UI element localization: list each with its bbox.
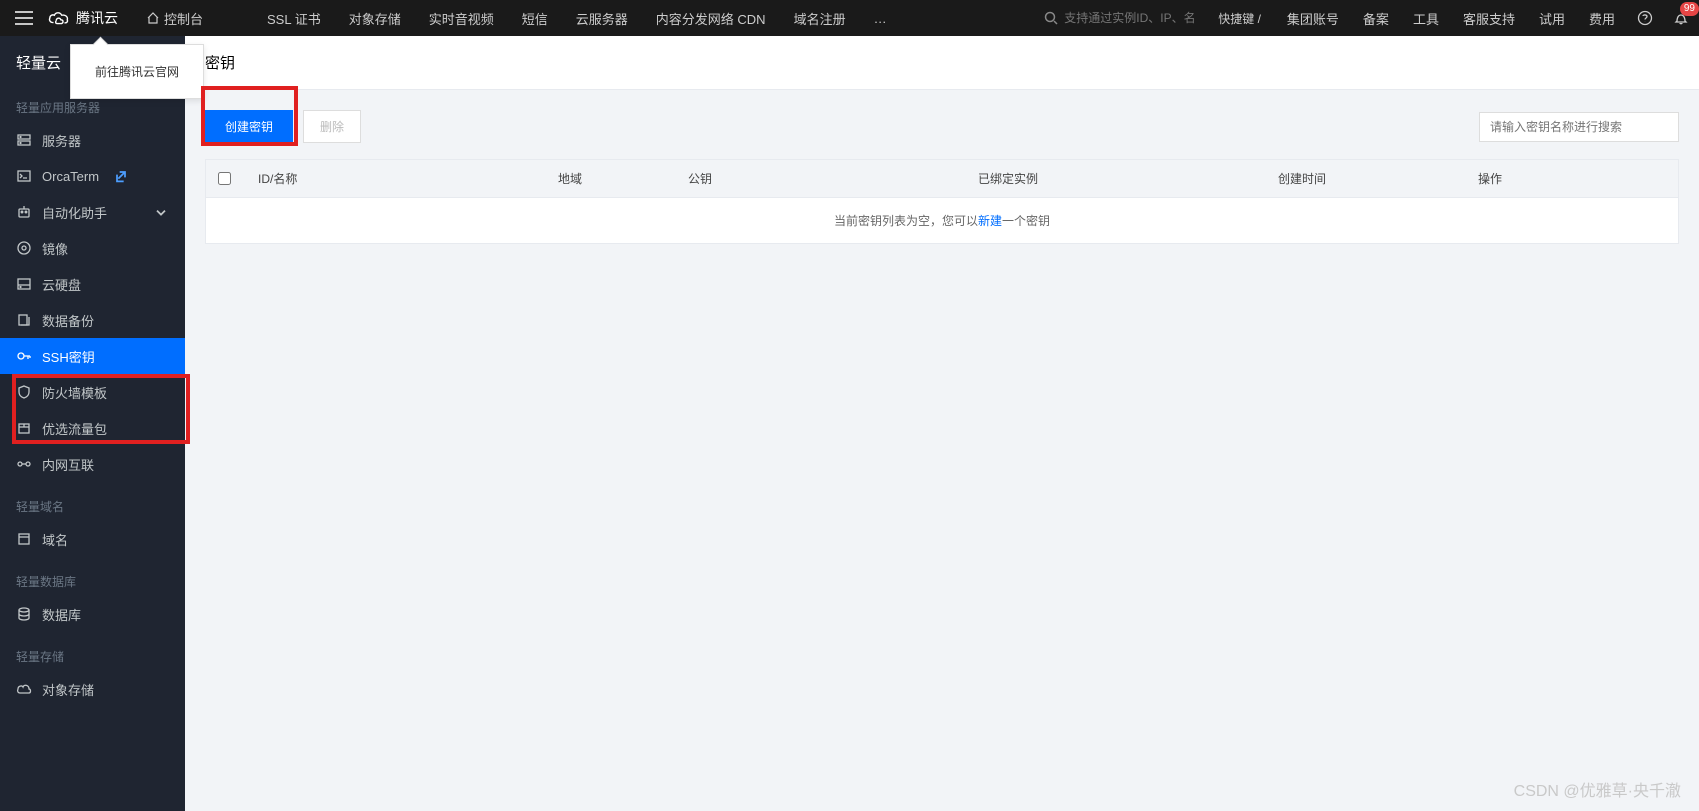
hdd-icon: [16, 276, 32, 292]
nav-cvm[interactable]: 云服务器: [562, 0, 642, 36]
sidebar-item-label: 镜像: [42, 239, 68, 258]
sidebar-item-orcaterm[interactable]: OrcaTerm: [0, 158, 185, 194]
page-title: 密钥: [185, 36, 1699, 90]
key-icon: [16, 348, 32, 364]
sidebar-item-label: 优选流量包: [42, 419, 107, 438]
brand-tooltip: 前往腾讯云官网: [70, 44, 204, 99]
sidebar-item-firewall[interactable]: 防火墙模板: [0, 374, 185, 410]
home-icon: [146, 11, 160, 25]
sidebar-item-label: 云硬盘: [42, 275, 81, 294]
search-input[interactable]: [1064, 11, 1194, 25]
sidebar-item-label: 服务器: [42, 131, 81, 150]
sidebar-section-storage: 轻量存储: [0, 632, 185, 671]
robot-icon: [16, 204, 32, 220]
nav-beian[interactable]: 备案: [1351, 0, 1401, 36]
col-region: 地域: [546, 160, 676, 197]
sidebar-item-domain[interactable]: 域名: [0, 521, 185, 557]
sidebar-item-label: 数据库: [42, 605, 81, 624]
globe-icon: [16, 531, 32, 547]
sidebar-item-label: 自动化助手: [42, 203, 107, 222]
nav-cos[interactable]: 对象存储: [335, 0, 415, 36]
network-icon: [16, 456, 32, 472]
nav-billing[interactable]: 费用: [1577, 0, 1627, 36]
key-search-input[interactable]: [1479, 112, 1679, 142]
table-header: ID/名称 地域 公钥 已绑定实例 创建时间 操作: [206, 160, 1678, 198]
nav-support[interactable]: 客服支持: [1451, 0, 1527, 36]
sidebar-item-interconnect[interactable]: 内网互联: [0, 446, 185, 482]
sidebar-item-image[interactable]: 镜像: [0, 230, 185, 266]
nav-trial[interactable]: 试用: [1527, 0, 1577, 36]
top-header: 腾讯云 控制台 SSL 证书 对象存储 实时音视频 短信 云服务器 内容分发网络…: [0, 0, 1699, 36]
nav-org[interactable]: 集团账号: [1275, 0, 1351, 36]
select-all-checkbox[interactable]: [218, 172, 231, 185]
cloud-icon: [48, 10, 70, 26]
col-time: 创建时间: [1266, 160, 1466, 197]
nav-trtc[interactable]: 实时音视频: [415, 0, 508, 36]
global-search[interactable]: [1034, 11, 1204, 25]
console-label: 控制台: [164, 9, 203, 28]
key-table: ID/名称 地域 公钥 已绑定实例 创建时间 操作 当前密钥列表为空，您可以新建…: [205, 159, 1679, 244]
nav-help[interactable]: [1627, 0, 1663, 36]
empty-create-link[interactable]: 新建: [978, 214, 1002, 228]
sidebar-item-backup[interactable]: 数据备份: [0, 302, 185, 338]
disc-icon: [16, 240, 32, 256]
brand-link[interactable]: 腾讯云: [48, 8, 132, 28]
backup-icon: [16, 312, 32, 328]
nav-domain[interactable]: 域名注册: [780, 0, 860, 36]
sidebar-item-traffic[interactable]: 优选流量包: [0, 410, 185, 446]
sidebar: 轻量云 轻量应用服务器 服务器 OrcaTerm 自动化助手 镜像 云硬盘 数据…: [0, 36, 185, 811]
menu-toggle[interactable]: [0, 0, 48, 36]
notification-badge: 99: [1680, 2, 1699, 16]
empty-prefix: 当前密钥列表为空，您可以: [834, 214, 978, 228]
sidebar-item-database[interactable]: 数据库: [0, 596, 185, 632]
console-link[interactable]: 控制台: [132, 9, 217, 28]
sidebar-item-automation[interactable]: 自动化助手: [0, 194, 185, 230]
toolbar: 创建密钥 删除: [205, 110, 1679, 143]
table-empty-state: 当前密钥列表为空，您可以新建一个密钥: [206, 198, 1678, 243]
sidebar-item-label: SSH密钥: [42, 347, 95, 366]
hotkey-hint[interactable]: 快捷键 /: [1204, 10, 1275, 27]
nav-ssl[interactable]: SSL 证书: [253, 0, 335, 36]
create-key-button[interactable]: 创建密钥: [205, 110, 293, 143]
sidebar-item-cos[interactable]: 对象存储: [0, 671, 185, 707]
sidebar-section-domain: 轻量域名: [0, 482, 185, 521]
nav-cdn[interactable]: 内容分发网络 CDN: [642, 0, 780, 36]
nav-sms[interactable]: 短信: [508, 0, 562, 36]
database-icon: [16, 606, 32, 622]
top-nav: SSL 证书 对象存储 实时音视频 短信 云服务器 内容分发网络 CDN 域名注…: [253, 0, 901, 36]
sidebar-item-label: 防火墙模板: [42, 383, 107, 402]
storage-icon: [16, 681, 32, 697]
sidebar-item-label: 内网互联: [42, 455, 94, 474]
external-link-icon: [113, 168, 129, 184]
nav-more[interactable]: …: [860, 0, 901, 36]
top-right: 快捷键 / 集团账号 备案 工具 客服支持 试用 费用 99: [1034, 0, 1699, 36]
empty-suffix: 一个密钥: [1002, 214, 1050, 228]
sidebar-item-label: OrcaTerm: [42, 169, 99, 184]
server-icon: [16, 132, 32, 148]
sidebar-item-label: 数据备份: [42, 311, 94, 330]
sidebar-item-server[interactable]: 服务器: [0, 122, 185, 158]
firewall-icon: [16, 384, 32, 400]
col-id: ID/名称: [246, 160, 546, 197]
delete-button[interactable]: 删除: [303, 110, 361, 143]
col-pubkey: 公钥: [676, 160, 966, 197]
col-op: 操作: [1466, 160, 1678, 197]
sidebar-item-label: 对象存储: [42, 680, 94, 699]
package-icon: [16, 420, 32, 436]
nav-tools[interactable]: 工具: [1401, 0, 1451, 36]
terminal-icon: [16, 168, 32, 184]
nav-notifications[interactable]: 99: [1663, 0, 1699, 36]
brand-text: 腾讯云: [76, 8, 118, 28]
sidebar-item-sshkey[interactable]: SSH密钥: [0, 338, 185, 374]
sidebar-item-disk[interactable]: 云硬盘: [0, 266, 185, 302]
main-content: 密钥 创建密钥 删除 ID/名称 地域 公钥 已绑定实例 创建时间 操作: [185, 36, 1699, 811]
sidebar-item-label: 域名: [42, 530, 68, 549]
help-icon: [1637, 10, 1653, 26]
hamburger-icon: [15, 11, 33, 25]
col-bound: 已绑定实例: [966, 160, 1266, 197]
search-icon: [1044, 11, 1058, 25]
sidebar-section-db: 轻量数据库: [0, 557, 185, 596]
chevron-down-icon: [153, 204, 169, 220]
